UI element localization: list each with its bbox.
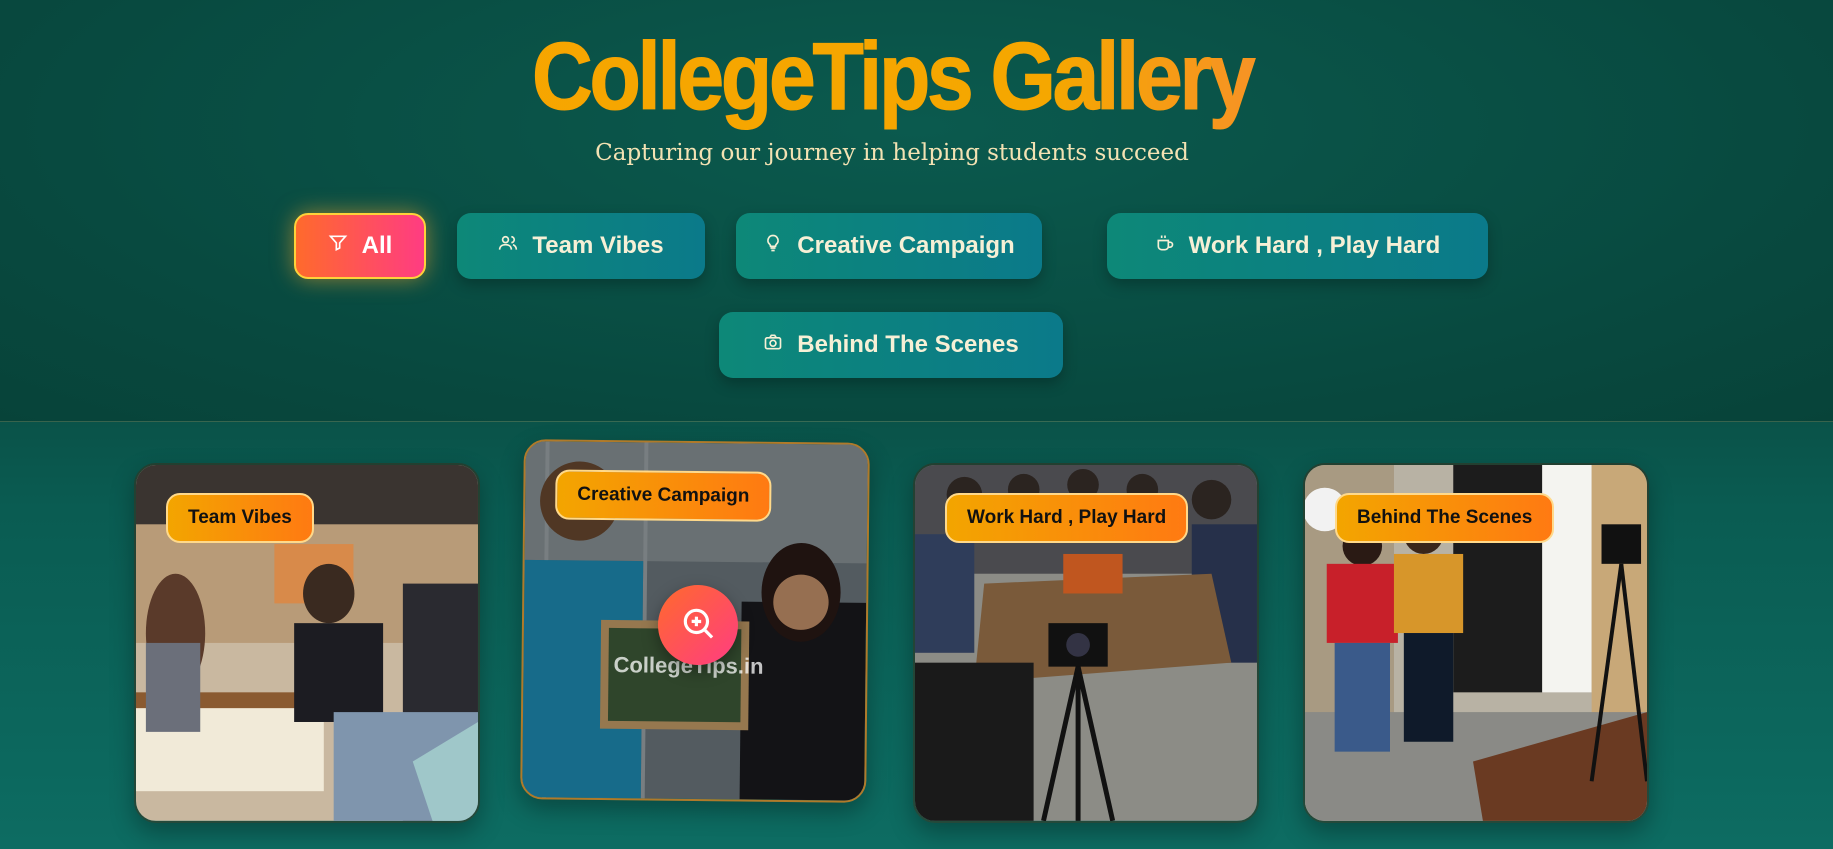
camera-icon xyxy=(763,331,783,359)
filter-team-vibes-button[interactable]: Team Vibes xyxy=(457,213,705,279)
zoom-in-icon xyxy=(679,603,717,646)
users-icon xyxy=(498,232,518,260)
gallery-card-work-hard-play-hard[interactable]: Work Hard , Play Hard xyxy=(913,463,1259,823)
category-tag: Creative Campaign xyxy=(555,469,772,522)
lightbulb-icon xyxy=(763,232,783,260)
filter-label: Creative Campaign xyxy=(797,232,1015,259)
filter-creative-campaign-button[interactable]: Creative Campaign xyxy=(736,213,1042,279)
filter-all-button[interactable]: All xyxy=(294,213,426,279)
filter-label: Team Vibes xyxy=(532,232,664,259)
filter-label: All xyxy=(361,232,393,259)
coffee-icon xyxy=(1155,232,1175,260)
category-tag: Work Hard , Play Hard xyxy=(945,493,1189,543)
category-tag: Team Vibes xyxy=(166,493,314,543)
gallery-card-creative-campaign[interactable]: CollegeTips.in Creative Campaign xyxy=(520,439,870,803)
filter-bar: All Team Vibes Creative Campaign Work Ha… xyxy=(0,0,1833,421)
category-tag: Behind The Scenes xyxy=(1335,493,1555,543)
filter-label: Work Hard , Play Hard xyxy=(1188,232,1441,259)
gallery-card-behind-the-scenes[interactable]: Behind The Scenes xyxy=(1303,463,1649,823)
gallery-grid: Team Vibes CollegeTips.in Creative Campa… xyxy=(0,421,1833,849)
gallery-card-team-vibes[interactable]: Team Vibes xyxy=(134,463,480,823)
filter-icon xyxy=(328,232,348,260)
filter-label: Behind The Scenes xyxy=(797,331,1019,358)
filter-behind-the-scenes-button[interactable]: Behind The Scenes xyxy=(719,312,1063,378)
filter-work-hard-play-hard-button[interactable]: Work Hard , Play Hard xyxy=(1107,213,1488,279)
zoom-in-button[interactable] xyxy=(657,584,739,666)
